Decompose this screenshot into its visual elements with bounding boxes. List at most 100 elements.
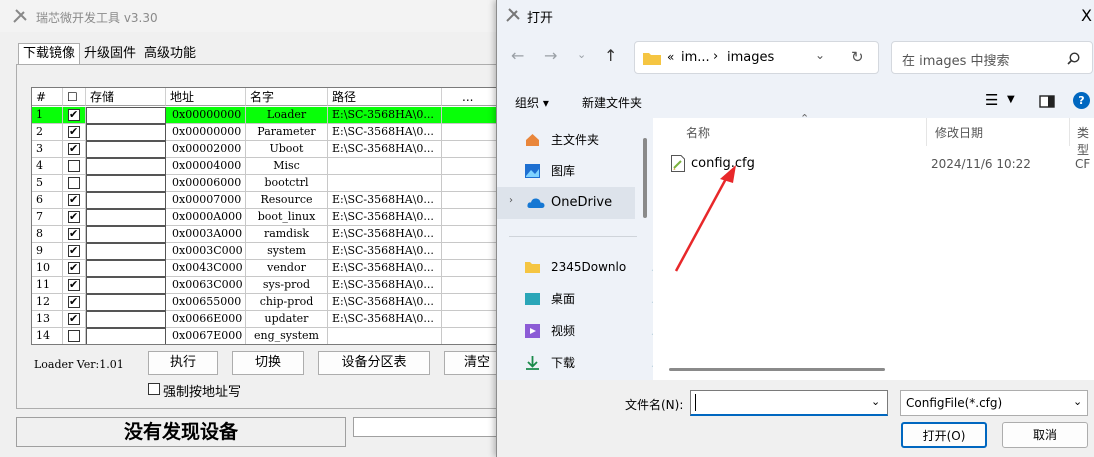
table-row[interactable]: 2 0x00000000ParameterE:\SC-3568HA\0...	[32, 124, 500, 141]
row-checkbox-cell[interactable]	[63, 175, 86, 192]
filename-input[interactable]: ⌄	[690, 390, 888, 416]
row-path[interactable]: E:\SC-3568HA\0...	[328, 294, 442, 311]
row-more[interactable]	[442, 124, 500, 141]
col-header-check[interactable]: ☐	[63, 88, 86, 106]
row-path[interactable]	[328, 175, 442, 192]
row-checkbox[interactable]	[68, 311, 80, 327]
row-path[interactable]	[328, 158, 442, 175]
table-row[interactable]: 5 0x00006000 bootctrl	[32, 175, 500, 192]
row-checkbox-cell[interactable]	[63, 209, 86, 226]
search-box[interactable]: 在 images 中搜索	[891, 41, 1093, 74]
row-checkbox[interactable]	[68, 243, 80, 259]
horizontal-scrollbar[interactable]	[669, 368, 885, 371]
table-row[interactable]: 14 0x0067E000 eng_system	[32, 328, 500, 344]
chevron-down-icon[interactable]: ⌄	[871, 395, 880, 408]
row-checkbox[interactable]	[68, 192, 80, 208]
tab-advanced[interactable]: 高级功能	[140, 44, 200, 64]
chevron-down-icon[interactable]: ⌄	[577, 48, 586, 61]
row-more[interactable]	[442, 226, 500, 243]
row-checkbox-cell[interactable]	[63, 141, 86, 158]
row-path[interactable]: E:\SC-3568HA\0...	[328, 141, 442, 158]
row-more[interactable]	[442, 158, 500, 175]
row-more[interactable]	[442, 328, 500, 344]
up-arrow-icon[interactable]: ↑	[604, 46, 617, 65]
row-more[interactable]	[442, 209, 500, 226]
back-arrow-icon[interactable]: ←	[511, 46, 524, 65]
row-checkbox[interactable]	[68, 209, 80, 225]
row-checkbox[interactable]	[68, 294, 80, 310]
nav-item-downloads[interactable]: 下载 📌	[526, 352, 663, 374]
row-path[interactable]: E:\SC-3568HA\0...	[328, 311, 442, 328]
column-header-modified[interactable]: 修改日期	[935, 124, 983, 141]
nav-item-2345downloads[interactable]: 2345Downlo 📌	[525, 256, 663, 278]
row-path[interactable]: E:\SC-3568HA\0...	[328, 107, 442, 124]
col-header-name[interactable]: 名字	[246, 88, 328, 106]
view-options-icon[interactable]: ☰	[985, 91, 998, 109]
table-row[interactable]: 9 0x0003C000systemE:\SC-3568HA\0...	[32, 243, 500, 260]
row-checkbox[interactable]	[68, 177, 80, 189]
organize-menu[interactable]: 组织 ▾	[515, 94, 549, 111]
row-checkbox[interactable]	[68, 141, 80, 157]
row-checkbox[interactable]	[68, 277, 80, 293]
row-storage[interactable]	[86, 226, 166, 243]
preview-pane-icon[interactable]	[1039, 95, 1055, 108]
row-storage[interactable]	[86, 209, 166, 226]
breadcrumb-overflow[interactable]: «	[667, 50, 674, 64]
row-storage[interactable]	[86, 107, 166, 124]
row-more[interactable]	[442, 243, 500, 260]
row-checkbox-cell[interactable]	[63, 294, 86, 311]
nav-scrollbar[interactable]	[643, 138, 647, 218]
nav-item-desktop[interactable]: 桌面 📌	[525, 288, 663, 310]
row-path[interactable]: E:\SC-3568HA\0...	[328, 277, 442, 294]
switch-button[interactable]: 切换	[232, 351, 304, 375]
file-type-filter[interactable]: ConfigFile(*.cfg) ⌄	[900, 390, 1088, 416]
column-header-type[interactable]: 类型	[1077, 124, 1094, 158]
row-checkbox[interactable]	[68, 330, 80, 342]
table-row[interactable]: 13 0x0066E000updaterE:\SC-3568HA\0...	[32, 311, 500, 328]
row-path[interactable]: E:\SC-3568HA\0...	[328, 124, 442, 141]
col-header-address[interactable]: 地址	[166, 88, 246, 106]
row-storage[interactable]	[86, 311, 166, 328]
row-more[interactable]	[442, 175, 500, 192]
col-header-num[interactable]: #	[32, 88, 63, 106]
row-checkbox-cell[interactable]	[63, 277, 86, 294]
row-checkbox-cell[interactable]	[63, 107, 86, 124]
row-storage[interactable]	[86, 260, 166, 277]
new-folder-button[interactable]: 新建文件夹	[582, 94, 642, 111]
row-checkbox-cell[interactable]	[63, 124, 86, 141]
nav-item-gallery[interactable]: 图库	[525, 160, 575, 182]
table-row[interactable]: 3 0x00002000UbootE:\SC-3568HA\0...	[32, 141, 500, 158]
table-row[interactable]: 8 0x0003A000ramdiskE:\SC-3568HA\0...	[32, 226, 500, 243]
chevron-down-icon[interactable]: ⌄	[1073, 395, 1082, 408]
help-icon[interactable]: ?	[1073, 92, 1090, 109]
refresh-icon[interactable]: ↻	[851, 48, 864, 66]
tab-download-image[interactable]: 下载镜像	[18, 43, 81, 65]
row-path[interactable]: E:\SC-3568HA\0...	[328, 192, 442, 209]
row-checkbox-cell[interactable]	[63, 243, 86, 260]
row-storage[interactable]	[86, 141, 166, 158]
breadcrumb-segment-im[interactable]: im...	[681, 50, 710, 65]
table-row[interactable]: 1 0x00000000LoaderE:\SC-3568HA\0...	[32, 107, 500, 124]
table-row[interactable]: 10 0x0043C000vendorE:\SC-3568HA\0...	[32, 260, 500, 277]
row-storage[interactable]	[86, 192, 166, 209]
table-row[interactable]: 12 0x00655000chip-prodE:\SC-3568HA\0...	[32, 294, 500, 311]
address-dropdown-icon[interactable]: ⌄	[815, 48, 825, 62]
row-more[interactable]	[442, 141, 500, 158]
row-storage[interactable]	[86, 277, 166, 294]
cancel-button[interactable]: 取消	[1002, 422, 1088, 448]
open-button[interactable]: 打开(O)	[901, 422, 987, 448]
row-storage[interactable]	[86, 175, 166, 192]
row-storage[interactable]	[86, 294, 166, 311]
tab-upgrade-firmware[interactable]: 升级固件	[80, 44, 140, 64]
nav-item-onedrive[interactable]: › OneDrive	[497, 187, 635, 219]
row-storage[interactable]	[86, 243, 166, 260]
row-path[interactable]: E:\SC-3568HA\0...	[328, 243, 442, 260]
row-path[interactable]: E:\SC-3568HA\0...	[328, 226, 442, 243]
nav-item-home[interactable]: 主文件夹	[526, 129, 599, 151]
row-checkbox[interactable]	[68, 260, 80, 276]
row-checkbox-cell[interactable]	[63, 226, 86, 243]
row-checkbox[interactable]	[68, 226, 80, 242]
row-path[interactable]	[328, 328, 442, 344]
view-dropdown-icon[interactable]: ▼	[1007, 94, 1015, 105]
row-more[interactable]	[442, 311, 500, 328]
